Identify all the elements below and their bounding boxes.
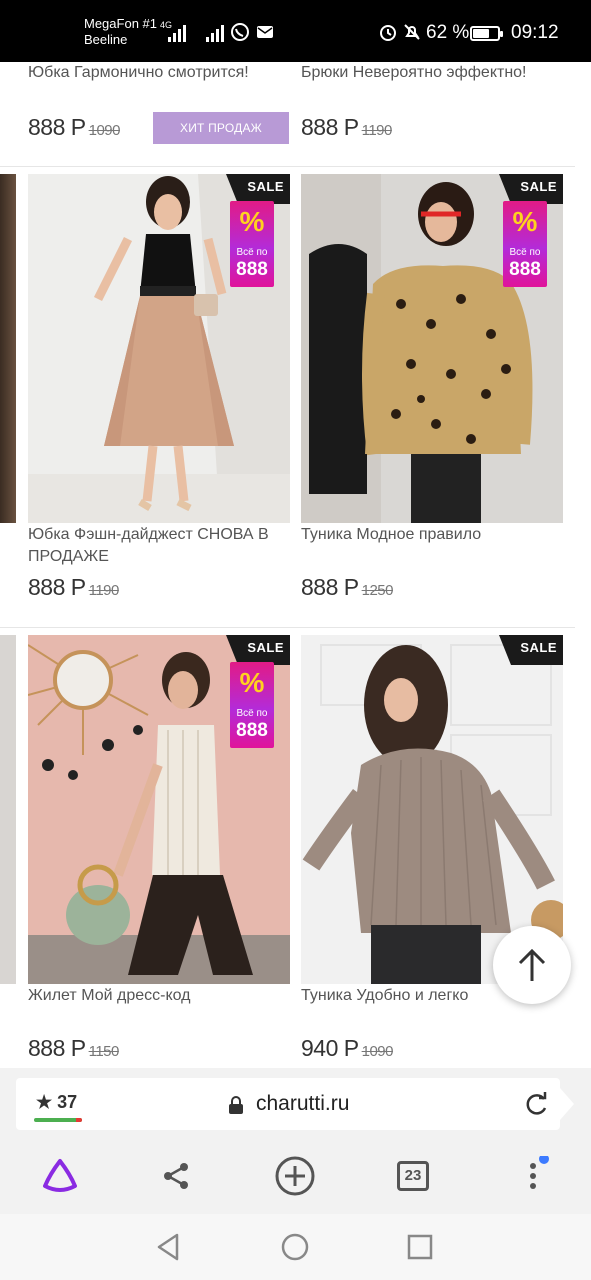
price-old: 1190 <box>361 122 393 139</box>
price-old: 1090 <box>88 122 121 139</box>
row-divider <box>0 166 575 167</box>
price-old: 1150 <box>88 1043 120 1060</box>
product-listing[interactable]: Юбка Гармонично смотрится! Брюки Невероя… <box>0 62 591 1068</box>
product-price: 888 Р 1190 <box>28 574 119 601</box>
more-vertical-icon <box>530 1156 549 1189</box>
scroll-to-top-button[interactable] <box>493 926 571 1004</box>
sale-label: SALE <box>520 640 557 655</box>
tabs-count: 23 <box>397 1161 429 1191</box>
battery-percent: 62 % <box>426 22 470 43</box>
promo-sticker: % Всё по 888 <box>503 201 547 287</box>
system-navigation-bar <box>0 1214 591 1280</box>
promo-sticker: % Всё по 888 <box>230 662 274 748</box>
price-old: 1250 <box>361 582 394 599</box>
product-name[interactable]: Туника Модное правило <box>301 524 566 546</box>
price-current: 888 Р <box>301 574 359 600</box>
recents-square-icon <box>407 1234 433 1260</box>
reload-icon[interactable] <box>524 1091 550 1117</box>
badge-text: ХИТ ПРОДАЖ <box>180 121 262 135</box>
star-icon: ★ <box>36 1092 53 1112</box>
site-rating[interactable]: ★ 37 <box>36 1092 77 1113</box>
alarm-icon <box>380 25 396 41</box>
bestseller-badge: ХИТ ПРОДАЖ ТОП-50 <box>153 112 289 168</box>
alice-assistant-button[interactable] <box>38 1154 82 1198</box>
sale-label: SALE <box>247 179 284 194</box>
product-price: 888 Р 1090 <box>28 114 120 141</box>
back-button[interactable] <box>152 1230 186 1264</box>
home-circle-icon <box>281 1233 309 1261</box>
share-icon <box>164 1163 188 1189</box>
price-current: 940 Р <box>301 1035 359 1061</box>
product-name[interactable]: Юбка Фэшн-дайджест СНОВА В ПРОДАЖЕ <box>28 524 293 568</box>
product-price: 940 Р 1090 <box>301 1035 393 1062</box>
battery-icon <box>470 26 503 41</box>
browser-toolbar: 23 <box>0 1140 591 1214</box>
signal-icon-1 <box>168 24 186 42</box>
product-price: 888 Р 1250 <box>301 574 393 601</box>
percent-icon: % <box>512 206 538 237</box>
sale-label: SALE <box>520 179 557 194</box>
price-current: 888 Р <box>301 114 359 140</box>
promo-label: Всё по <box>236 708 268 719</box>
promo-number: 888 <box>236 259 268 280</box>
mute-bell-icon <box>404 24 420 40</box>
price-old: 1190 <box>88 582 120 599</box>
sale-corner: SALE <box>499 174 563 204</box>
promo-sticker: % Всё по 888 <box>230 201 274 287</box>
sale-label: SALE <box>247 640 284 655</box>
rating-value: 37 <box>57 1092 78 1112</box>
promo-label: Всё по <box>509 247 541 258</box>
promo-number: 888 <box>236 720 268 741</box>
price-old: 1090 <box>361 1043 394 1060</box>
rating-bar <box>34 1118 82 1122</box>
status-bar: MegaFon #1 Beeline 4G 62 % 09:12 <box>0 0 591 62</box>
percent-icon: % <box>239 206 265 237</box>
edge-product-image[interactable] <box>0 174 16 523</box>
row-divider <box>0 627 575 628</box>
edge-product-image[interactable] <box>0 635 16 984</box>
sale-corner: SALE <box>226 174 290 204</box>
tabs-button[interactable]: 23 <box>391 1154 435 1198</box>
product-name[interactable]: Жилет Мой дресс-код <box>28 985 293 1007</box>
product-image[interactable]: SALE % Всё по 888 <box>28 174 290 523</box>
price-current: 888 Р <box>28 1035 86 1061</box>
signal-icon-2 <box>206 24 224 42</box>
product-image[interactable]: SALE % Всё по 888 <box>28 635 290 984</box>
promo-number: 888 <box>509 259 541 280</box>
arrow-up-icon <box>518 948 546 981</box>
mail-icon <box>257 26 273 38</box>
back-triangle-icon <box>157 1233 179 1261</box>
product-name[interactable]: Юбка Гармонично смотрится! <box>28 62 293 84</box>
new-tab-button[interactable] <box>273 1154 317 1198</box>
product-name[interactable]: Брюки Невероятно эффектно! <box>301 62 566 84</box>
plus-circle-icon <box>275 1156 315 1196</box>
carrier-1: MegaFon #1 <box>84 16 157 31</box>
product-price: 888 Р 1190 <box>301 114 392 141</box>
clock: 09:12 <box>511 22 559 43</box>
menu-button[interactable] <box>509 1154 553 1198</box>
price-current: 888 Р <box>28 114 86 140</box>
address-bar[interactable]: ★ 37 charutti.ru <box>16 1078 574 1130</box>
lock-icon <box>229 1096 243 1114</box>
share-button[interactable] <box>154 1154 198 1198</box>
carrier-names: MegaFon #1 Beeline <box>84 16 157 48</box>
viber-icon <box>231 23 249 41</box>
carrier-2: Beeline <box>84 32 128 47</box>
home-button[interactable] <box>278 1230 312 1264</box>
price-current: 888 Р <box>28 574 86 600</box>
product-image[interactable]: SALE % Всё по 888 <box>301 174 563 523</box>
percent-icon: % <box>239 667 265 698</box>
sale-corner: SALE <box>499 635 563 665</box>
promo-label: Всё по <box>236 247 268 258</box>
product-price: 888 Р 1150 <box>28 1035 119 1062</box>
browser-address-area: ★ 37 charutti.ru <box>0 1068 591 1140</box>
recents-button[interactable] <box>403 1230 437 1264</box>
url-text[interactable]: charutti.ru <box>256 1092 349 1116</box>
sale-corner: SALE <box>226 635 290 665</box>
alice-icon <box>43 1159 77 1192</box>
